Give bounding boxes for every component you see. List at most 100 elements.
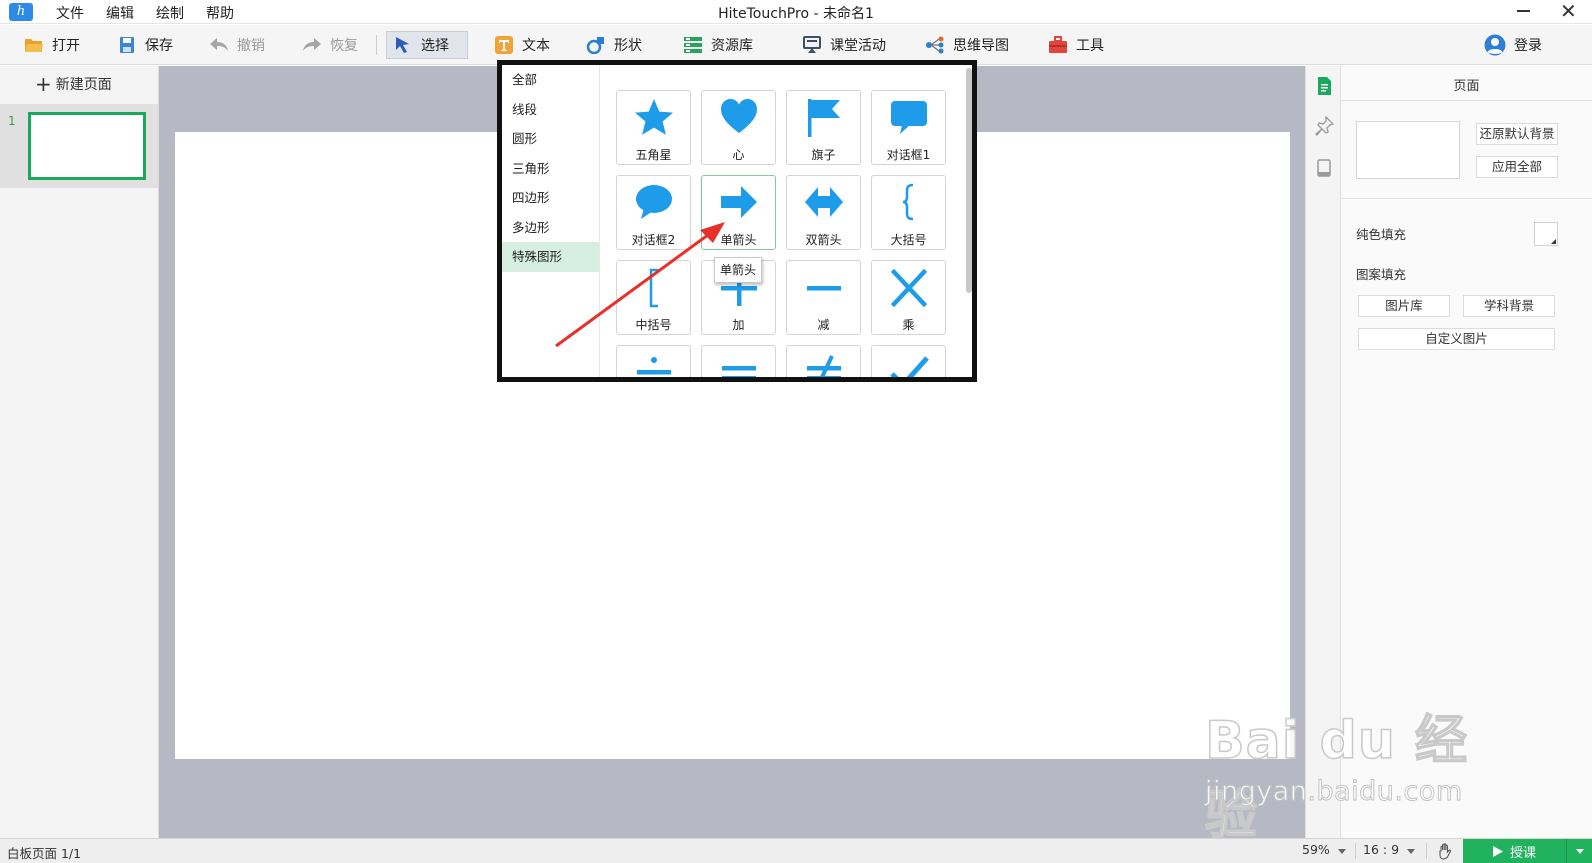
pin-icon[interactable] [1314,116,1334,136]
panel-title: 页面 [1453,79,1480,94]
menu-edit[interactable]: 编辑 [106,3,134,23]
curly-brace-icon [902,183,914,221]
menu-bar: 文件 编辑 绘制 帮助 [56,3,234,23]
page-properties-icon[interactable] [1314,76,1334,96]
shape-tooltip: 单箭头 [714,257,763,283]
shape-speech-bubble-2[interactable]: 对话框2 [616,175,691,250]
shape-divide[interactable] [616,345,691,377]
zoom-select[interactable]: 59% [1302,842,1350,857]
mindmap-button[interactable]: 思维导图 [919,31,1015,59]
login-button[interactable]: 登录 [1478,31,1548,59]
classroom-activity-button[interactable]: 课堂活动 [796,31,892,59]
book-icon[interactable] [1314,158,1334,178]
solid-fill-label: 纯色填充 [1356,227,1407,242]
category-polygon[interactable]: 多边形 [502,213,599,243]
minimize-icon[interactable] [1517,10,1530,12]
shape-equals[interactable] [701,345,776,377]
cursor-arrow-icon [396,37,409,53]
shape-multiply[interactable]: 乘 [871,260,946,335]
category-line[interactable]: 线段 [502,95,599,125]
divider [1341,100,1592,101]
speech-bubble-oval-icon [636,185,672,219]
chevron-down-icon [1338,849,1346,854]
shape-checkmark[interactable] [871,345,946,377]
shape-label: 减 [817,318,830,332]
shape-flag[interactable]: 旗子 [786,90,861,165]
subject-background-button[interactable]: 学科背景 [1463,295,1555,317]
apply-all-button[interactable]: 应用全部 [1476,156,1558,178]
background-preview [1356,121,1460,179]
side-tab-strip [1305,66,1341,838]
shape-curly-brace[interactable]: 大括号 [871,175,946,250]
login-label: 登录 [1514,38,1542,54]
shape-not-equal[interactable] [786,345,861,377]
image-gallery-button[interactable]: 图片库 [1358,295,1450,317]
mindmap-icon [926,36,944,54]
menu-file[interactable]: 文件 [56,3,84,23]
shape-minus[interactable]: 减 [786,260,861,335]
present-options-dropdown[interactable] [1566,839,1592,863]
page-thumbnail-row[interactable]: 1 [0,104,158,188]
redo-icon [303,38,321,51]
custom-image-button[interactable]: 自定义图片 [1358,328,1555,350]
title-bar: h 文件 编辑 绘制 帮助 HiteTouchPro - 未命名1 ✕ [0,0,1592,24]
resources-button[interactable]: 资源库 [677,31,759,59]
divider [1355,843,1356,859]
divider [1426,843,1427,859]
text-icon [495,36,513,54]
shapes-icon [586,37,604,54]
save-button[interactable]: 保存 [111,31,179,59]
text-button[interactable]: 文本 [488,31,556,59]
present-main[interactable]: 授课 [1463,839,1565,863]
status-bar: 白板页面 1/1 59% 16 : 9 授课 [0,838,1592,863]
shape-label: 对话框2 [631,233,676,247]
equals-sign-icon [722,366,756,377]
restore-default-background-button[interactable]: 还原默认背景 [1476,123,1558,145]
speech-bubble-rect-icon [891,101,927,134]
category-special[interactable]: 特殊图形 [502,242,599,272]
undo-label: 撤销 [237,38,265,54]
shape-label: 大括号 [890,233,927,247]
fill-color-picker[interactable] [1534,222,1558,246]
minus-sign-icon [807,286,841,291]
open-button[interactable]: 打开 [18,31,86,59]
toolbar-separator [376,35,377,55]
redo-button[interactable]: 恢复 [296,31,364,59]
category-triangle[interactable]: 三角形 [502,154,599,184]
square-bracket-icon [649,268,658,308]
new-page-button[interactable]: + 新建页面 [35,74,112,94]
page-thumbnail[interactable] [28,112,146,180]
category-circle[interactable]: 圆形 [502,124,599,154]
menu-draw[interactable]: 绘制 [156,3,184,23]
present-button[interactable]: 授课 [1463,839,1592,863]
shape-square-bracket[interactable]: 中括号 [616,260,691,335]
resource-library-icon [684,37,702,53]
shape-double-arrow[interactable]: 双箭头 [786,175,861,250]
shape-star[interactable]: 五角星 [616,90,691,165]
chevron-down-icon [1407,849,1415,854]
shape-label: 双箭头 [805,233,842,247]
tools-button[interactable]: 工具 [1042,31,1110,59]
shape-category-list: 全部 线段 圆形 三角形 四边形 多边形 特殊图形 [502,65,600,377]
select-button[interactable]: 选择 [386,31,468,59]
aspect-ratio-select[interactable]: 16 : 9 [1363,842,1417,857]
shape-speech-bubble-1[interactable]: 对话框1 [871,90,946,165]
popup-scrollbar[interactable] [966,68,972,293]
undo-icon [210,38,228,51]
shape-label: 对话框1 [886,148,931,162]
undo-button[interactable]: 撤销 [203,31,271,59]
shape-label: 单箭头 [720,233,757,247]
shape-button[interactable]: 形状 [580,31,648,59]
shape-label: 中括号 [635,318,672,332]
shape-single-arrow[interactable]: 单箭头 [701,175,776,250]
menu-help[interactable]: 帮助 [206,3,234,23]
category-quadrilateral[interactable]: 四边形 [502,183,599,213]
category-all[interactable]: 全部 [502,65,599,95]
shape-heart[interactable]: 心 [701,90,776,165]
page-number: 1 [8,114,16,128]
not-equal-sign-icon [807,355,841,377]
close-icon[interactable]: ✕ [1560,1,1577,21]
select-label: 选择 [421,38,449,54]
shape-label: 心 [732,148,745,162]
hand-icon[interactable] [1437,842,1455,860]
